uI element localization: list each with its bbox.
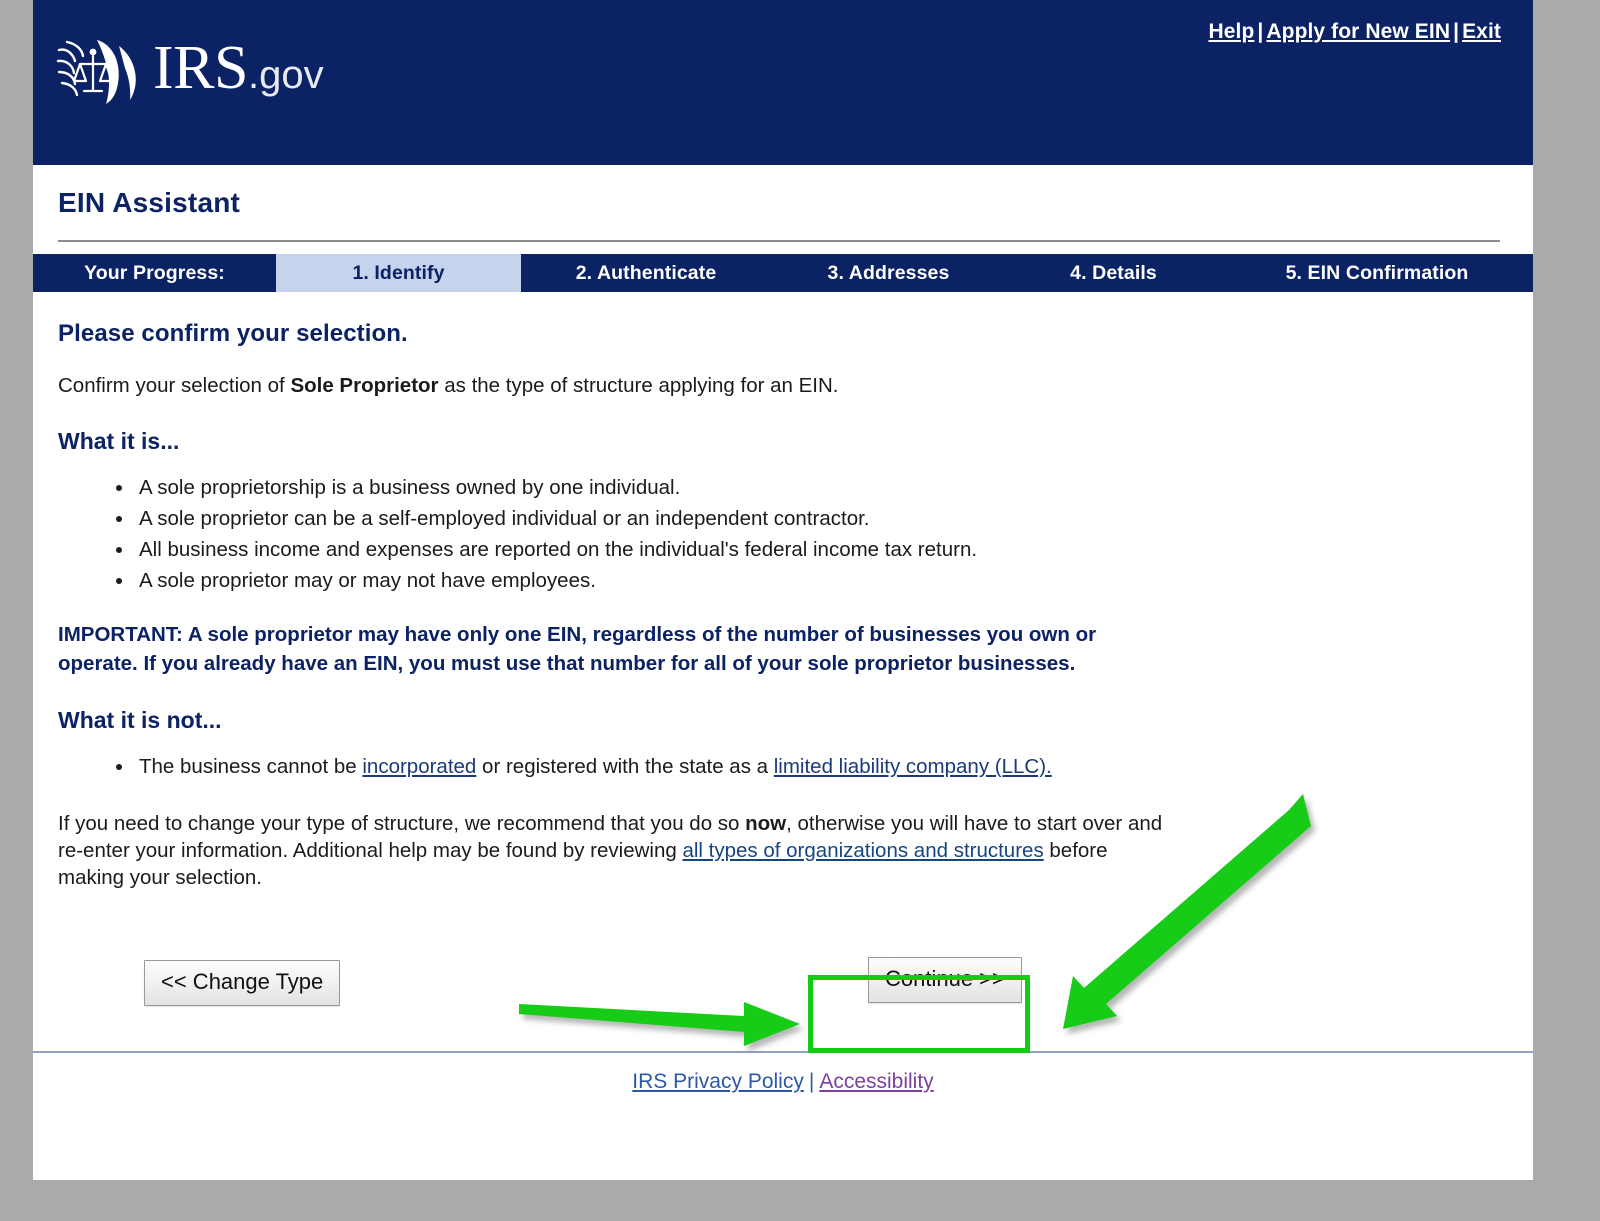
- limited-liability-company-link[interactable]: limited liability company (LLC).: [774, 755, 1052, 778]
- what-it-is-not-heading: What it is not...: [58, 707, 222, 734]
- exit-link[interactable]: Exit: [1462, 20, 1501, 43]
- browser-page: Help | Apply for New EIN | Exit IRS.gov …: [33, 0, 1533, 1180]
- irs-privacy-policy-link[interactable]: IRS Privacy Policy: [632, 1070, 804, 1093]
- help-link[interactable]: Help: [1208, 20, 1254, 43]
- page-title: EIN Assistant: [58, 187, 241, 218]
- footer-separator: |: [808, 1070, 815, 1093]
- entity-type-value: Sole Proprietor: [290, 374, 439, 398]
- list-item: A sole proprietorship is a business owne…: [135, 474, 1503, 502]
- footer-nav: IRS Privacy Policy | Accessibility: [33, 1070, 1533, 1094]
- not-bullet-mid: or registered with the state as a: [476, 754, 774, 778]
- important-notice: IMPORTANT: A sole proprietor may have on…: [58, 623, 1097, 675]
- confirm-sentence-post: as the type of structure applying for an…: [438, 374, 839, 398]
- all-types-of-organizations-link[interactable]: all types of organizations and structure…: [682, 839, 1043, 862]
- confirm-sentence: Confirm your selection of Sole Proprieto…: [58, 372, 1503, 399]
- irs-eagle-scales-seal-icon: [53, 34, 141, 108]
- progress-tracker: Your Progress: 1. Identify 2. Authentica…: [33, 254, 1533, 292]
- incorporated-link[interactable]: incorporated: [362, 755, 476, 778]
- progress-step-ein-confirmation[interactable]: 5. EIN Confirmation: [1221, 254, 1533, 292]
- irs-masthead: Help | Apply for New EIN | Exit IRS.gov: [33, 0, 1533, 165]
- irs-wordmark: IRS.gov: [153, 37, 324, 106]
- progress-step-identify[interactable]: 1. Identify: [276, 254, 521, 292]
- form-actions: << Change Type Continue >>: [58, 919, 1503, 1029]
- list-item: All business income and expenses are rep…: [135, 536, 1503, 564]
- progress-step-authenticate[interactable]: 2. Authenticate: [521, 254, 771, 292]
- main-content: Please confirm your selection. Confirm y…: [33, 292, 1533, 1029]
- irs-wordmark-gov: .gov: [247, 52, 324, 97]
- not-bullet-pre: The business cannot be: [139, 754, 363, 778]
- progress-label: Your Progress:: [84, 261, 225, 284]
- irs-logo[interactable]: IRS.gov: [53, 34, 324, 108]
- footer-divider: [33, 1051, 1533, 1053]
- app-title-zone: EIN Assistant: [33, 165, 1533, 219]
- apply-new-ein-link[interactable]: Apply for New EIN: [1266, 20, 1450, 43]
- progress-step-addresses[interactable]: 3. Addresses: [771, 254, 1006, 292]
- title-divider: [58, 240, 1500, 242]
- progress-step-details[interactable]: 4. Details: [1006, 254, 1221, 292]
- content-heading: Please confirm your selection.: [58, 320, 408, 347]
- confirm-sentence-pre: Confirm your selection of: [58, 374, 291, 398]
- list-item: A sole proprietor may or may not have em…: [135, 567, 1503, 595]
- utility-nav: Help | Apply for New EIN | Exit: [1208, 20, 1501, 44]
- irs-wordmark-text: IRS: [153, 33, 248, 102]
- nav-separator-1: |: [1257, 20, 1264, 43]
- nav-separator-2: |: [1453, 20, 1460, 43]
- what-it-is-list: A sole proprietorship is a business owne…: [58, 474, 1503, 595]
- what-it-is-not-list: The business cannot be incorporated or r…: [58, 753, 1503, 781]
- what-it-is-heading: What it is...: [58, 428, 180, 455]
- list-item: The business cannot be incorporated or r…: [135, 753, 1503, 781]
- list-item: A sole proprietor can be a self-employed…: [135, 505, 1503, 533]
- continue-button[interactable]: Continue >>: [868, 957, 1022, 1004]
- closing-emphasis: now: [745, 811, 787, 835]
- closing-paragraph: If you need to change your type of struc…: [58, 810, 1173, 892]
- change-type-button[interactable]: << Change Type: [144, 960, 341, 1007]
- closing-pre: If you need to change your type of struc…: [58, 811, 746, 835]
- accessibility-link[interactable]: Accessibility: [819, 1070, 933, 1093]
